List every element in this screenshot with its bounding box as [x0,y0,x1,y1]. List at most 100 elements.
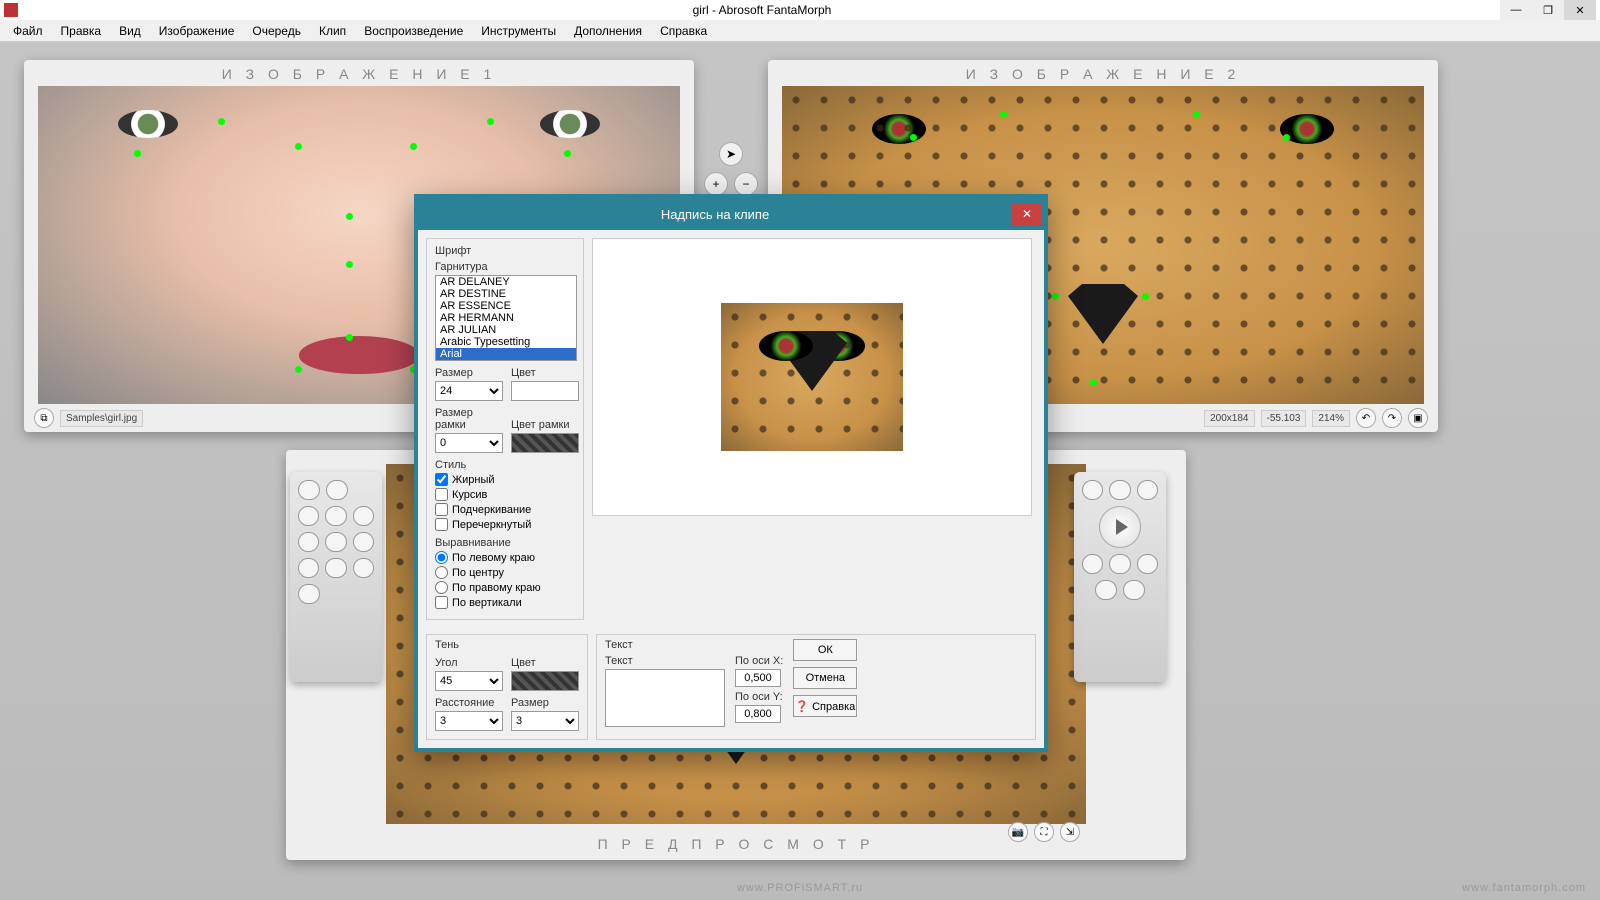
shadow-size-select[interactable]: 3 [511,711,579,731]
fit-icon[interactable]: ▣ [1408,408,1428,428]
font-option[interactable]: AR ESSENCE [436,300,576,312]
play-button[interactable] [1099,506,1141,548]
image2-zoom: 214% [1312,410,1350,427]
left-dock [290,472,382,682]
font-option[interactable]: AR JULIAN [436,324,576,336]
bold-label: Жирный [452,474,495,486]
last-icon[interactable] [1123,580,1145,600]
dock-btn[interactable] [353,558,374,578]
next-icon[interactable] [1137,554,1158,574]
dock-btn[interactable] [325,532,346,552]
size-select[interactable]: 24 [435,381,503,401]
y-input[interactable] [735,705,781,723]
border-color-swatch[interactable] [511,433,579,453]
menu-playback[interactable]: Воспроизведение [355,22,472,40]
dock-btn[interactable] [326,480,348,500]
border-size-select[interactable]: 0 [435,433,503,453]
font-option[interactable]: Arabic Typesetting [436,336,576,348]
menu-view[interactable]: Вид [110,22,150,40]
image2-angle: -55.103 [1261,410,1307,427]
dock-btn[interactable] [298,584,320,604]
border-size-label: Размер рамки [435,407,503,431]
dock-btn[interactable] [1082,480,1103,500]
underline-checkbox[interactable] [435,503,448,516]
menu-queue[interactable]: Очередь [243,22,310,40]
dock-btn[interactable] [298,558,319,578]
zoom-out-icon[interactable]: − [734,172,758,196]
italic-checkbox[interactable] [435,488,448,501]
dock-btn[interactable] [1109,480,1130,500]
dialog-title: Надпись на клипе [418,207,1012,222]
dock-btn[interactable] [298,506,319,526]
stop-icon[interactable] [1109,554,1130,574]
align-left-radio[interactable] [435,551,448,564]
caption-textarea[interactable] [605,669,725,727]
preview-tools: 📷 ⛶ ⇲ [1008,822,1080,842]
rotate-right-icon[interactable]: ↷ [1382,408,1402,428]
style-label: Стиль [435,459,575,471]
pointer-icon[interactable]: ➤ [719,142,743,166]
menu-tools[interactable]: Инструменты [472,22,565,40]
dialog-header[interactable]: Надпись на клипе ✕ [418,198,1044,230]
font-list[interactable]: AR DELANEY AR DESTINE AR ESSENCE AR HERM… [435,275,577,361]
export-icon[interactable]: ⇲ [1060,822,1080,842]
dialog-close-button[interactable]: ✕ [1012,203,1042,225]
dock-btn[interactable] [353,506,374,526]
font-group-label: Шрифт [435,245,575,257]
font-option[interactable]: AR HERMANN [436,312,576,324]
first-icon[interactable] [1095,580,1117,600]
zoom-in-icon[interactable]: + [704,172,728,196]
menu-edit[interactable]: Правка [52,22,111,40]
minimize-button[interactable]: — [1500,0,1532,20]
align-center-label: По центру [452,567,504,579]
menu-addons[interactable]: Дополнения [565,22,651,40]
font-option-selected[interactable]: Arial [436,348,576,360]
shadow-color-label: Цвет [511,657,579,669]
expand-icon[interactable]: ⛶ [1034,822,1054,842]
watermark-right: www.fantamorph.com [1462,882,1586,894]
dock-btn[interactable] [298,480,320,500]
shadow-distance-label: Расстояние [435,697,503,709]
dock-btn[interactable] [1137,480,1158,500]
font-option[interactable]: AR DESTINE [436,288,576,300]
align-center-radio[interactable] [435,566,448,579]
menu-file[interactable]: Файл [4,22,52,40]
menubar: Файл Правка Вид Изображение Очередь Клип… [0,20,1600,42]
dock-btn[interactable] [325,558,346,578]
menu-image[interactable]: Изображение [150,22,244,40]
ok-button[interactable]: ОК [793,639,857,661]
menu-help[interactable]: Справка [651,22,716,40]
help-button[interactable]: ❓ Справка [793,695,857,717]
align-right-radio[interactable] [435,581,448,594]
text-color-swatch[interactable] [511,381,579,401]
x-input[interactable] [735,669,781,687]
menu-clip[interactable]: Клип [310,22,355,40]
dock-btn[interactable] [353,532,374,552]
text-group-label: Текст [605,639,725,651]
dock-btn[interactable] [298,532,319,552]
maximize-button[interactable]: ❐ [1532,0,1564,20]
prev-icon[interactable] [1082,554,1103,574]
y-label: По оси Y: [735,691,783,703]
camera-icon[interactable]: 📷 [1008,822,1028,842]
italic-label: Курсив [452,489,487,501]
font-option[interactable]: AR DELANEY [436,276,576,288]
watermark-center: www.PROFiSMART.ru [737,882,863,894]
strike-checkbox[interactable] [435,518,448,531]
shadow-distance-select[interactable]: 3 [435,711,503,731]
cancel-button[interactable]: Отмена [793,667,857,689]
right-dock [1074,472,1166,682]
close-button[interactable]: ✕ [1564,0,1596,20]
shadow-color-swatch[interactable] [511,671,579,691]
font-group: Шрифт Гарнитура AR DELANEY AR DESTINE AR… [426,238,584,620]
typeface-label: Гарнитура [435,261,575,273]
rotate-left-icon[interactable]: ↶ [1356,408,1376,428]
dock-btn[interactable] [325,506,346,526]
bold-checkbox[interactable] [435,473,448,486]
vertical-checkbox[interactable] [435,596,448,609]
window-title: girl - Abrosoft FantaMorph [24,3,1500,17]
panel1-title: И З О Б Р А Ж Е Н И Е 1 [24,60,694,86]
shadow-angle-select[interactable]: 45 [435,671,503,691]
image2-dim: 200x184 [1204,410,1254,427]
open-image1-button[interactable]: ⧉ [34,408,54,428]
